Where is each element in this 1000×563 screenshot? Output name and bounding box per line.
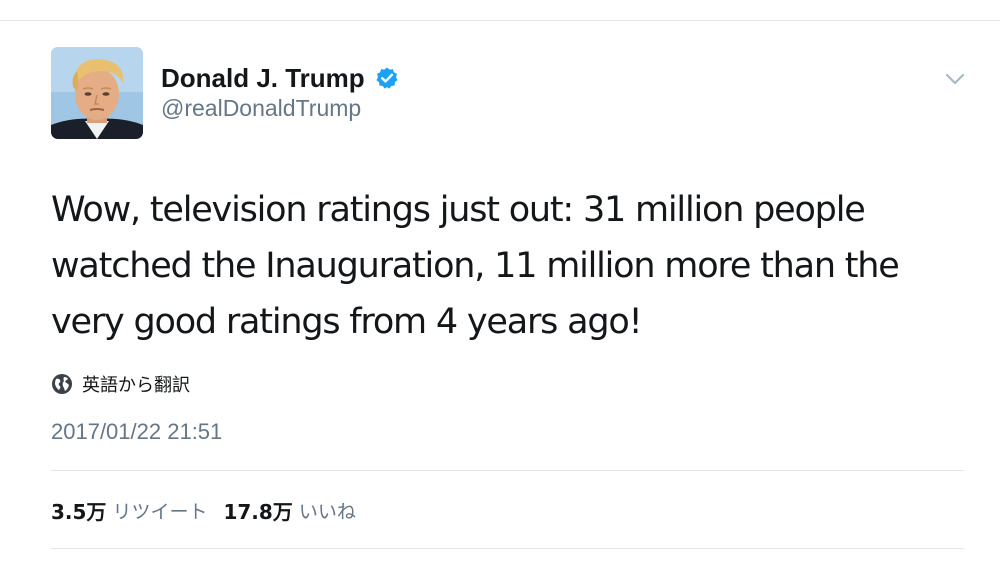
retweets-label: リツイート [112, 500, 208, 523]
avatar-image [51, 47, 143, 139]
tweet-text: Wow, television ratings just out: 31 mil… [51, 190, 900, 342]
avatar[interactable] [51, 47, 143, 139]
tweet-card: Donald J. Trump @realDonaldTrump Wow, te… [0, 0, 1000, 563]
globe-icon [51, 373, 73, 395]
tweet-timestamp[interactable]: 2017/01/22 21:51 [51, 419, 222, 445]
author-display-name[interactable]: Donald J. Trump [161, 63, 365, 94]
retweets-stat[interactable]: 3.5万 リツイート [51, 496, 207, 525]
translate-label[interactable]: 英語から翻訳 [82, 371, 190, 397]
author-handle[interactable]: @realDonaldTrump [161, 95, 361, 122]
stats-bottom-divider [51, 548, 964, 549]
verified-badge-icon [375, 66, 399, 90]
chevron-down-icon[interactable] [944, 68, 966, 90]
retweets-count: 3.5万 [51, 499, 107, 524]
tweet-stats: 3.5万 リツイート 17.8万 いいね [51, 495, 356, 525]
likes-count: 17.8万 [223, 499, 293, 524]
author-name-row[interactable]: Donald J. Trump [161, 60, 399, 96]
likes-stat[interactable]: 17.8万 いいね [223, 496, 355, 525]
stats-top-divider [51, 470, 964, 471]
translate-tweet-link[interactable]: 英語から翻訳 [51, 371, 190, 397]
likes-label: いいね [298, 500, 356, 523]
